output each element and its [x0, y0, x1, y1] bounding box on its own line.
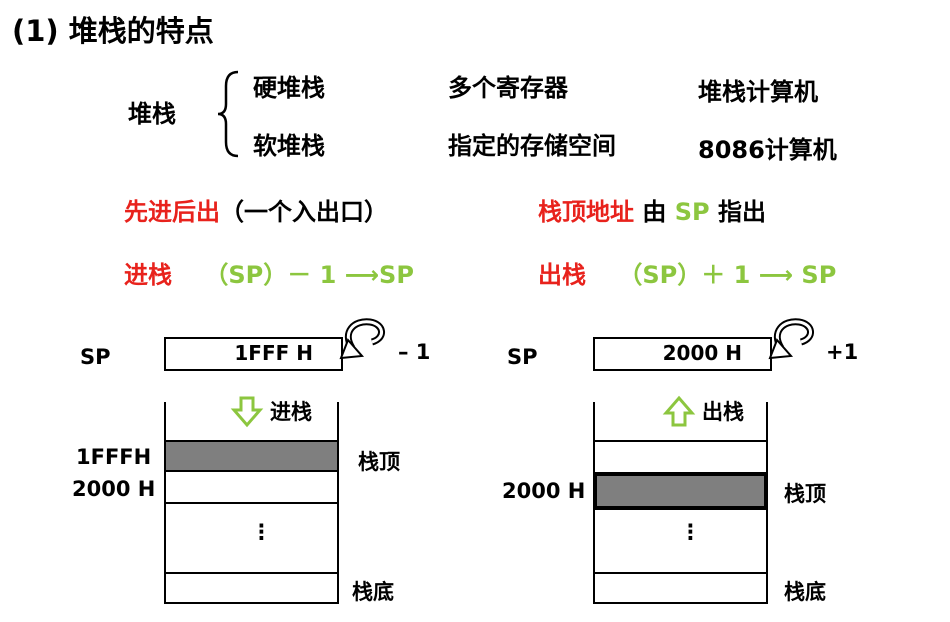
pop-increment-arrow-icon — [768, 318, 814, 360]
pop-stack-top-cell — [593, 472, 768, 510]
push-feature: 进栈 （SP）－ 1 ⟶SP — [124, 255, 414, 290]
push-formula: （SP）－ 1 ⟶SP — [204, 261, 414, 289]
lifo-note: （一个入出口） — [220, 198, 388, 226]
pop-stack-bottom-cell — [593, 572, 768, 604]
soft-stack-example: 8086计算机 — [698, 136, 837, 164]
pop-bottom-label: 栈底 — [784, 580, 826, 604]
hard-stack-label: 硬堆栈 — [253, 74, 325, 102]
pop-delta: +1 — [826, 340, 859, 364]
soft-stack-label: 软堆栈 — [253, 132, 325, 160]
pop-top-label: 栈顶 — [784, 482, 826, 506]
pop-formula: （SP）＋ 1 ⟶ SP — [618, 261, 837, 289]
push-addr-next: 2000 H — [72, 477, 156, 501]
lifo-feature: 先进后出（一个入出口） — [124, 192, 388, 227]
push-decrement-arrow-icon — [339, 318, 385, 360]
pop-sp-value: 2000 H — [662, 341, 742, 365]
left-brace-icon — [217, 70, 239, 158]
page-title: (1) 堆栈的特点 — [12, 14, 214, 48]
push-addr-top: 1FFFH — [76, 445, 152, 469]
hard-stack-example: 堆栈计算机 — [698, 78, 818, 106]
pop-stack-cell — [593, 440, 768, 474]
pop-sp-label: SP — [507, 345, 538, 369]
pop-feature: 出栈 （SP）＋ 1 ⟶ SP — [538, 255, 836, 290]
top-addr-tail: 指出 — [717, 198, 766, 226]
pop-label: 出栈 — [538, 261, 586, 289]
push-arrow-label: 进栈 — [270, 400, 312, 424]
push-bottom-label: 栈底 — [352, 580, 394, 604]
push-label: 进栈 — [124, 261, 172, 289]
top-addr-label: 栈顶地址 — [538, 198, 634, 226]
pop-up-arrow-icon — [662, 395, 696, 427]
top-addr-reg: SP — [674, 198, 710, 226]
pop-addr-top: 2000 H — [502, 479, 586, 503]
push-top-label: 栈顶 — [358, 450, 400, 474]
soft-stack-desc: 指定的存储空间 — [448, 132, 616, 160]
push-sp-label: SP — [80, 345, 111, 369]
push-delta: – 1 — [398, 340, 431, 364]
top-addr-feature: 栈顶地址 由 SP 指出 — [538, 192, 766, 227]
pop-sp-register: 2000 H — [593, 337, 772, 371]
push-ellipsis: ⋮ — [251, 520, 272, 544]
push-stack-top-cell — [164, 440, 339, 472]
pop-ellipsis: ⋮ — [680, 520, 701, 544]
push-stack-bottom-cell — [164, 572, 339, 604]
top-addr-mid: 由 — [642, 198, 667, 226]
stack-root-label: 堆栈 — [128, 100, 176, 128]
lifo-label: 先进后出 — [124, 198, 220, 226]
pop-arrow-label: 出栈 — [702, 400, 744, 424]
push-down-arrow-icon — [230, 396, 264, 428]
push-sp-value: 1FFF H — [234, 341, 313, 365]
push-sp-register: 1FFF H — [164, 337, 343, 371]
hard-stack-desc: 多个寄存器 — [448, 74, 568, 102]
push-stack-cell — [164, 470, 339, 504]
